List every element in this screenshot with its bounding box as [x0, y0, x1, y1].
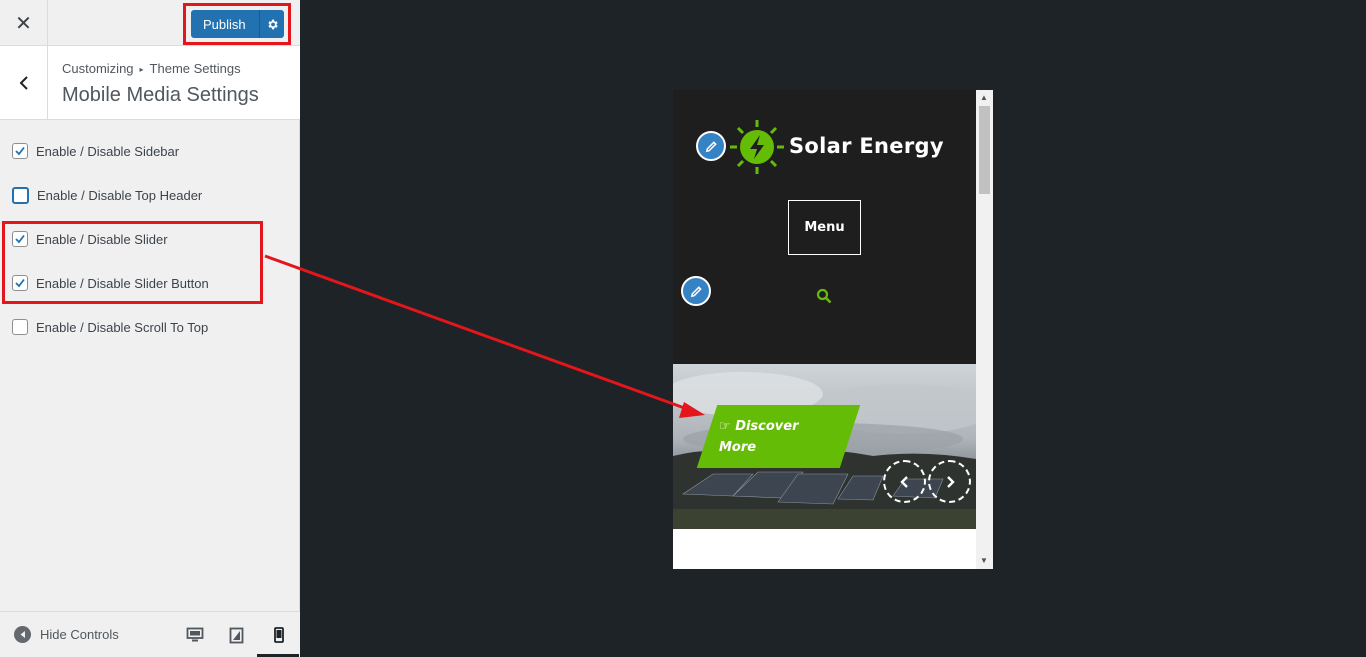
scroll-thumb[interactable] — [979, 106, 990, 194]
gear-icon[interactable] — [259, 10, 284, 38]
edit-shortcut-search-button[interactable] — [681, 276, 711, 306]
control-sidebar[interactable]: Enable / Disable Sidebar — [12, 143, 179, 159]
section-header: Customizing ▸ Theme Settings Mobile Media … — [0, 46, 300, 120]
edit-shortcut-logo-button[interactable] — [696, 131, 726, 161]
slider-controls-highlight-box — [2, 221, 263, 304]
scroll-down-icon[interactable]: ▼ — [980, 556, 988, 565]
preview-scrollbar[interactable]: ▲ ▼ — [976, 90, 993, 569]
hide-controls-button[interactable]: Hide Controls — [14, 626, 119, 643]
customizer-footer: Hide Controls — [0, 611, 300, 657]
control-scroll-to-top[interactable]: Enable / Disable Scroll To Top — [12, 319, 208, 335]
slider-next-button[interactable] — [928, 460, 971, 503]
section-title: Mobile Media Settings — [62, 84, 259, 106]
breadcrumb-separator-icon: ▸ — [139, 65, 144, 74]
site-title[interactable]: Solar Energy — [789, 134, 944, 158]
breadcrumb: Customizing ▸ Theme Settings — [62, 61, 241, 76]
back-button[interactable] — [0, 46, 48, 119]
publish-label: Publish — [203, 16, 246, 32]
chevron-right-icon — [946, 475, 955, 488]
checkbox-unchecked[interactable] — [12, 319, 28, 335]
sun-logo-icon — [730, 120, 784, 174]
breadcrumb-current: Theme Settings — [149, 61, 241, 76]
collapse-icon — [14, 626, 31, 643]
customizer-topbar: ✕ Publish — [0, 0, 300, 46]
close-icon: ✕ — [15, 12, 32, 35]
publish-highlight-box: Publish — [183, 3, 291, 45]
pencil-icon — [705, 140, 717, 152]
hand-pointer-icon: ☞ — [719, 419, 736, 434]
checkbox-unchecked[interactable] — [12, 187, 29, 204]
discover-more-button[interactable]: ☞ Discover More — [719, 416, 819, 458]
chevron-left-icon — [899, 475, 908, 488]
desktop-icon[interactable] — [186, 626, 204, 644]
hero-slider: ☞ Discover More — [673, 364, 976, 529]
tablet-icon[interactable] — [228, 626, 246, 644]
control-label: Enable / Disable Top Header — [37, 188, 203, 203]
close-customizer-button[interactable]: ✕ — [0, 0, 48, 46]
checkbox-checked[interactable] — [12, 143, 28, 159]
mobile-icon[interactable] — [270, 626, 288, 644]
scroll-up-icon[interactable]: ▲ — [980, 93, 988, 102]
search-icon[interactable] — [816, 288, 832, 309]
chevron-left-icon — [19, 75, 28, 90]
hide-controls-label: Hide Controls — [40, 627, 119, 642]
control-label: Enable / Disable Sidebar — [36, 143, 180, 159]
pencil-icon — [690, 285, 702, 297]
publish-button[interactable]: Publish — [191, 10, 284, 38]
control-top-header[interactable]: Enable / Disable Top Header — [12, 187, 202, 204]
customizer-sidebar: ✕ Publish Customizing ▸ Theme Settings Mob… — [0, 0, 300, 657]
slider-prev-button[interactable] — [883, 460, 926, 503]
menu-button[interactable]: Menu — [788, 200, 861, 255]
breadcrumb-root: Customizing — [62, 61, 134, 76]
site-header: Solar Energy Menu — [673, 90, 976, 364]
mobile-preview-frame: Solar Energy Menu ☞ Discover More ▲ ▼ — [673, 90, 993, 569]
control-label: Enable / Disable Scroll To Top — [36, 319, 209, 335]
